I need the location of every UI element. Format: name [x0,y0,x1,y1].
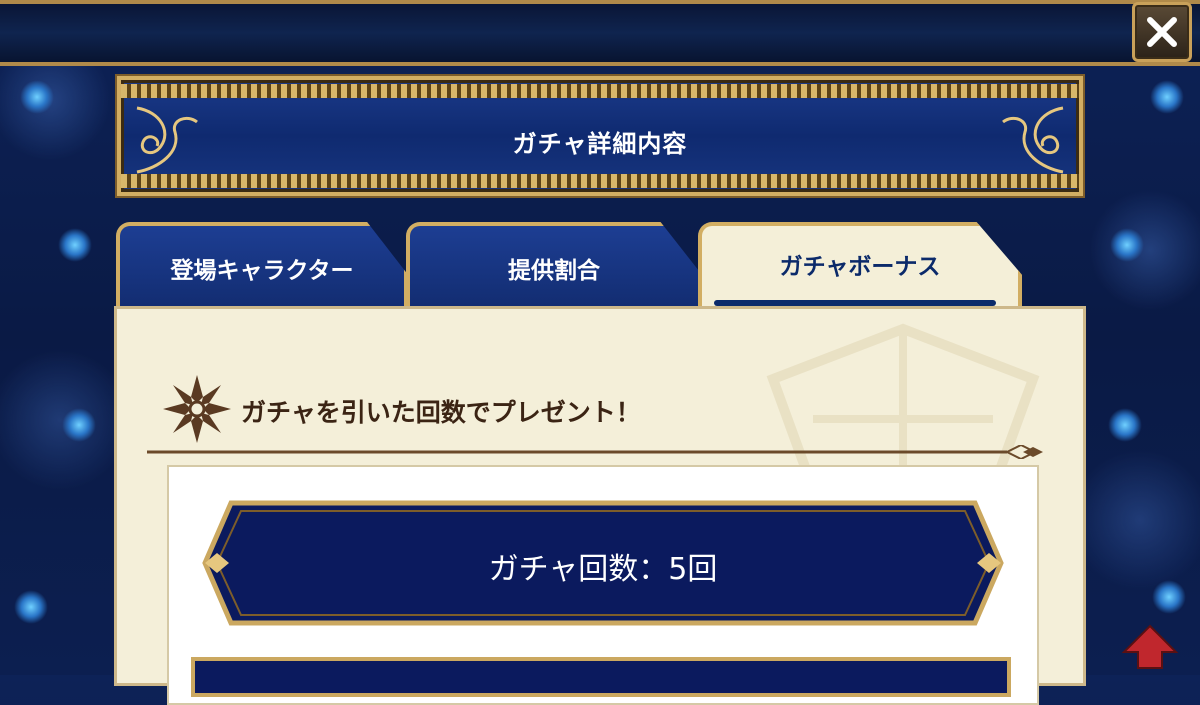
background-gem-icon [1102,220,1152,270]
background-gem-icon [1142,72,1192,122]
background-gem-icon [1144,572,1194,622]
snowflake-emblem-icon [163,375,231,443]
tab-label: ガチャボーナス [779,254,941,280]
bonus-panel: ガチャを引いた回数でプレゼント！ ガチャ回数：5回 [114,306,1086,705]
tab-gacha-bonus[interactable]: ガチャボーナス [698,222,1022,310]
background-gem-icon [1100,400,1150,450]
banner-frieze [121,174,1079,188]
close-button[interactable] [1132,2,1192,62]
background-gem-icon [50,220,100,270]
background-gem-icon [6,582,56,632]
top-bar [0,0,1200,66]
tab-label: 登場キャラクター [170,258,354,284]
gacha-count-label: ガチャ回数：5回 [488,552,718,587]
tab-drop-rates[interactable]: 提供割合 [406,222,702,310]
tab-characters[interactable]: 登場キャラクター [116,222,408,310]
scroll-up-arrow-icon[interactable] [1120,622,1180,672]
section-title: ガチャを引いた回数でプレゼント！ [241,398,641,427]
background-gem-icon [12,72,62,122]
close-x-icon [1147,17,1177,47]
tab-label: 提供割合 [508,258,600,284]
page-title: ガチャ詳細内容 [512,130,688,158]
title-banner: ガチャ詳細内容 [117,76,1083,196]
section-header: ガチャを引いた回数でプレゼント！ [161,373,1041,443]
banner-frieze [121,84,1079,98]
background-gem-icon [54,400,104,450]
next-reward-banner [191,657,1011,697]
divider-rule [147,445,1043,459]
